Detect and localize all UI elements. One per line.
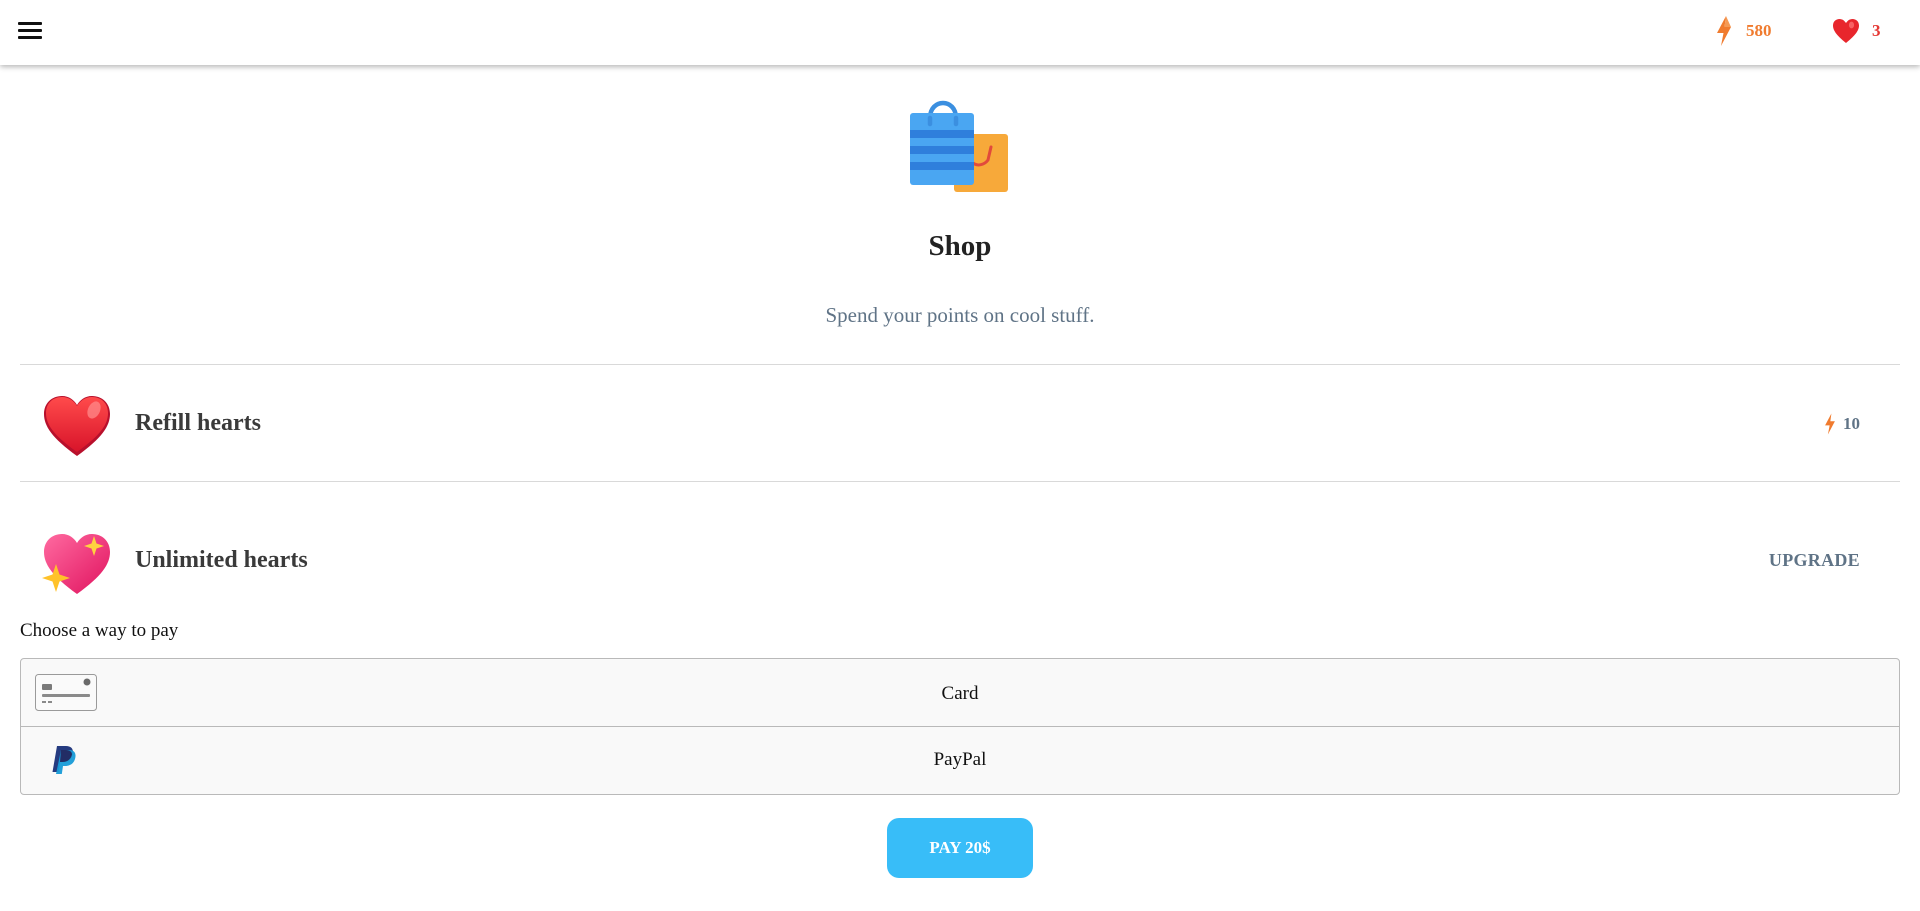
- page-title: Shop: [928, 230, 992, 262]
- hearts-value: 3: [1872, 21, 1881, 40]
- lightning-bolt-icon: [1825, 413, 1835, 435]
- points-value: 580: [1746, 21, 1772, 40]
- heart-icon: [1833, 19, 1859, 43]
- heart-icon: [44, 396, 110, 456]
- price-button[interactable]: 10: [1823, 412, 1860, 436]
- divider: [20, 364, 1900, 365]
- item-label: Unlimited hearts: [135, 547, 308, 573]
- points-counter[interactable]: 580: [1714, 15, 1772, 47]
- shop-item-unlimited-hearts: Unlimited hearts UPGRADE: [20, 505, 1900, 615]
- payment-option-card[interactable]: Card: [21, 659, 1899, 727]
- payment-options: Card PayPal: [20, 658, 1900, 795]
- sparkling-heart-icon: [42, 534, 110, 594]
- upgrade-button[interactable]: UPGRADE: [1769, 550, 1860, 571]
- lightning-bolt-icon: [1717, 16, 1731, 46]
- item-label: Refill hearts: [135, 410, 261, 436]
- price-value: 10: [1843, 414, 1860, 433]
- page-subtitle: Spend your points on cool stuff.: [825, 303, 1095, 327]
- shop-item-refill-hearts: Refill hearts 10: [20, 370, 1900, 480]
- hearts-counter[interactable]: 3: [1832, 15, 1881, 47]
- payment-heading: Choose a way to pay: [20, 620, 179, 641]
- payment-option-label: PayPal: [933, 749, 987, 770]
- top-bar: 580 3: [0, 0, 1920, 65]
- payment-option-paypal[interactable]: PayPal: [21, 727, 1899, 794]
- divider: [20, 481, 1900, 482]
- payment-option-label: Card: [941, 683, 979, 704]
- pay-button[interactable]: PAY 20$: [887, 818, 1033, 878]
- hamburger-menu-icon[interactable]: [18, 21, 42, 41]
- shopping-bags-icon: [910, 100, 1008, 192]
